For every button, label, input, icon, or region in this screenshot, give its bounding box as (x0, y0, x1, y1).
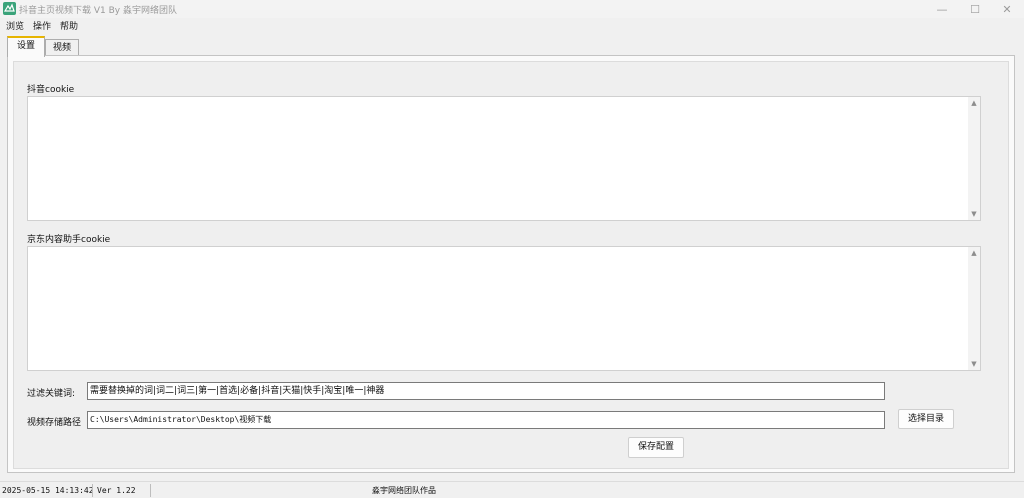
status-divider (150, 484, 151, 497)
save-config-button[interactable]: 保存配置 (628, 437, 684, 458)
jd-cookie-textarea[interactable]: ▲ ▼ (27, 246, 981, 371)
scroll-up-arrow-icon[interactable]: ▲ (968, 97, 980, 109)
filter-keywords-label: 过滤关键词: (27, 389, 76, 399)
tab-strip: 设置 视频 (0, 36, 1024, 58)
jd-cookie-label: 京东内容助手cookie (27, 235, 111, 245)
menu-operate[interactable]: 操作 (33, 19, 51, 32)
menu-bar: 浏览 操作 帮助 (0, 18, 1024, 34)
douyin-cookie-label: 抖音cookie (27, 85, 75, 95)
close-button[interactable]: ✕ (990, 0, 1024, 18)
save-path-label: 视频存储路径 (27, 418, 82, 428)
scroll-up-arrow-icon[interactable]: ▲ (968, 247, 980, 259)
status-credit: 淼宇网络团队作品 (372, 486, 436, 495)
title-bar: 抖音主页视频下载 V1 By 淼宇网络团队 — ☐ ✕ (0, 0, 1024, 18)
douyin-cookie-scrollbar[interactable]: ▲ ▼ (968, 97, 980, 220)
settings-panel: 抖音cookie ▲ ▼ 京东内容助手cookie ▲ ▼ 过滤关键词: 需要替… (7, 55, 1015, 473)
status-bar: 2025-05-15 14:13:42 Ver 1.22 淼宇网络团队作品 (0, 481, 1024, 498)
scroll-down-arrow-icon[interactable]: ▼ (968, 208, 980, 220)
status-datetime: 2025-05-15 14:13:42 (2, 486, 94, 495)
douyin-cookie-textarea[interactable]: ▲ ▼ (27, 96, 981, 221)
choose-directory-button[interactable]: 选择目录 (898, 409, 954, 429)
maximize-button[interactable]: ☐ (958, 0, 992, 18)
status-version: Ver 1.22 (97, 486, 136, 495)
menu-help[interactable]: 帮助 (60, 19, 78, 32)
status-divider (92, 484, 93, 497)
settings-group: 抖音cookie ▲ ▼ 京东内容助手cookie ▲ ▼ 过滤关键词: 需要替… (13, 61, 1009, 469)
tab-settings[interactable]: 设置 (7, 36, 45, 57)
filter-keywords-input[interactable]: 需要替换掉的词|词二|词三|第一|首选|必备|抖音|天猫|快手|淘宝|唯一|神器 (87, 382, 885, 400)
menu-browse[interactable]: 浏览 (6, 19, 24, 32)
app-logo-icon (3, 2, 16, 15)
jd-cookie-scrollbar[interactable]: ▲ ▼ (968, 247, 980, 370)
scroll-down-arrow-icon[interactable]: ▼ (968, 358, 980, 370)
save-path-input[interactable]: C:\Users\Administrator\Desktop\视频下载 (87, 411, 885, 429)
minimize-button[interactable]: — (925, 0, 959, 18)
window-title: 抖音主页视频下载 V1 By 淼宇网络团队 (19, 6, 177, 16)
